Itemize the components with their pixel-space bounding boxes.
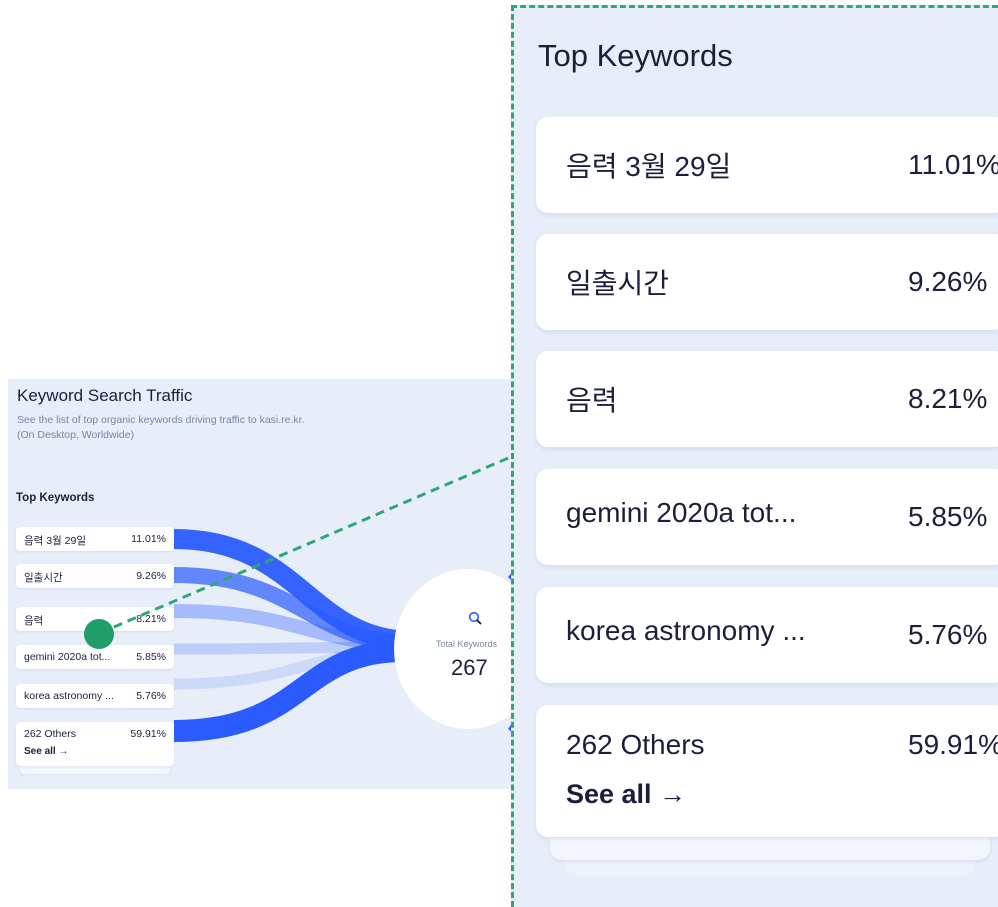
- keyword-card-5[interactable]: korea astronomy ... 5.76%: [16, 684, 174, 708]
- zoom-keyword-card-others[interactable]: 262 Others 59.91% See all →: [536, 705, 998, 837]
- keyword-share: 9.26%: [136, 570, 166, 582]
- others-name: 262 Others: [24, 728, 76, 740]
- keyword-share: 5.76%: [136, 690, 166, 702]
- keyword-share: 11.01%: [908, 149, 998, 180]
- keyword-share: 8.21%: [908, 383, 988, 414]
- keyword-card-2[interactable]: 일출시간 9.26%: [16, 564, 174, 588]
- keyword-name: gemini 2020a tot...: [566, 497, 797, 528]
- others-share: 59.91%: [130, 728, 166, 740]
- keyword-name: gemini 2020a tot...: [24, 651, 111, 663]
- keyword-name: 음력 3월 29일: [24, 535, 86, 547]
- see-all-link[interactable]: See all →: [566, 779, 686, 810]
- keyword-name: 일출시간: [24, 572, 63, 584]
- search-icon: [468, 611, 482, 625]
- others-share: 59.91%: [908, 729, 998, 760]
- see-all-link[interactable]: See all →: [24, 746, 68, 757]
- keyword-card-1[interactable]: 음력 3월 29일 11.01%: [16, 527, 174, 551]
- zoom-keyword-card-2[interactable]: 일출시간 9.26%: [536, 234, 998, 330]
- keyword-name: 음력 3월 29일: [566, 151, 732, 182]
- keyword-share: 5.85%: [136, 651, 166, 663]
- card-stack-shadow: [20, 766, 170, 774]
- keyword-search-traffic-widget: Keyword Search Traffic See the list of t…: [8, 379, 515, 789]
- zoom-keyword-card-5[interactable]: korea astronomy ... 5.76%: [536, 587, 998, 683]
- zoom-anchor-dot: [84, 619, 114, 649]
- zoom-keyword-card-1[interactable]: 음력 3월 29일 11.01%: [536, 117, 998, 213]
- keyword-share: 5.85%: [908, 501, 988, 532]
- keyword-name: 음력: [566, 385, 618, 416]
- keyword-name: korea astronomy ...: [566, 615, 806, 646]
- zoom-keyword-card-3[interactable]: 음력 8.21%: [536, 351, 998, 447]
- zoom-keyword-card-4[interactable]: gemini 2020a tot... 5.85%: [536, 469, 998, 565]
- keyword-name: 일출시간: [566, 268, 670, 299]
- keyword-share: 5.76%: [908, 619, 988, 650]
- keyword-name: korea astronomy ...: [24, 690, 114, 702]
- keyword-share: 11.01%: [131, 533, 166, 545]
- keyword-name: 음력: [24, 615, 44, 627]
- zoom-top-keywords-heading: Top Keywords: [538, 38, 733, 73]
- card-stack-shadow: [550, 838, 990, 860]
- others-name: 262 Others: [566, 729, 705, 760]
- flow-others: [173, 639, 409, 742]
- zoom-callout: Top Keywords 음력 3월 29일 11.01% 일출시간 9.26%…: [511, 5, 998, 907]
- keyword-card-others[interactable]: 262 Others 59.91% See all →: [16, 722, 174, 766]
- total-keywords-value: 267: [451, 655, 488, 680]
- keyword-share: 9.26%: [908, 266, 988, 297]
- keyword-share: 8.21%: [136, 613, 166, 625]
- total-keywords-label: Total Keywords: [436, 639, 498, 649]
